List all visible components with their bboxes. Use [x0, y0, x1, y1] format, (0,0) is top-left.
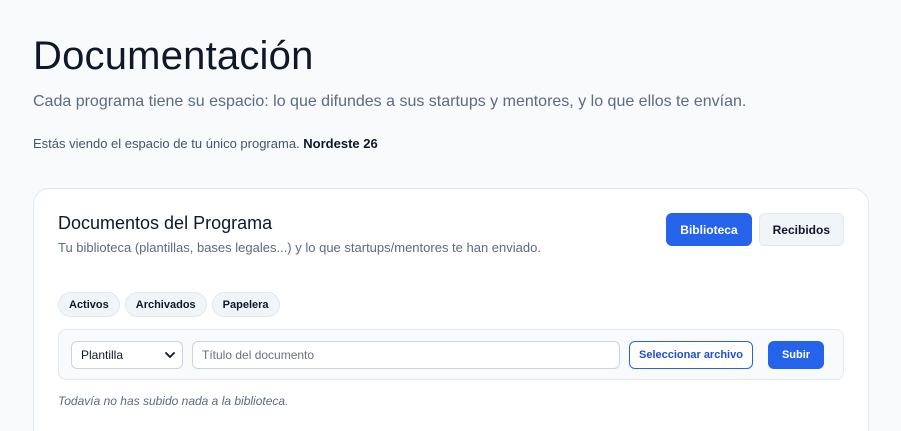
filter-archived-button[interactable]: Archivados: [124, 292, 207, 317]
document-type-select[interactable]: Plantilla: [71, 340, 183, 369]
program-documents-card: Documentos del Programa Tu biblioteca (p…: [33, 188, 869, 431]
library-tab-button[interactable]: Biblioteca: [666, 213, 752, 246]
received-tab-button[interactable]: Recibidos: [758, 213, 844, 246]
program-context-text: Estás viendo el espacio de tu único prog…: [33, 136, 300, 151]
filter-trash-button[interactable]: Papelera: [211, 292, 280, 317]
document-title-input[interactable]: [192, 340, 620, 369]
program-name: Nordeste 26: [303, 136, 378, 151]
card-header: Documentos del Programa Tu biblioteca (p…: [58, 189, 844, 285]
card-title: Documentos del Programa: [58, 213, 273, 233]
upload-submit-button[interactable]: Subir: [767, 340, 825, 369]
page-subtitle: Cada programa tiene su espacio: lo que d…: [33, 93, 747, 110]
upload-bar: Plantilla Seleccionar archivo Subir: [58, 329, 844, 380]
view-toggle: Biblioteca Recibidos: [666, 213, 844, 246]
documentation-page: Documentación Cada programa tiene su esp…: [0, 0, 901, 431]
page-title: Documentación: [33, 34, 314, 78]
filter-active-button[interactable]: Activos: [58, 292, 120, 317]
card-subtitle: Tu biblioteca (plantillas, bases legales…: [58, 240, 541, 255]
document-type-select-wrapper: Plantilla: [71, 340, 183, 369]
empty-library-message: Todavía no has subido nada a la bibliote…: [58, 394, 289, 408]
select-file-button[interactable]: Seleccionar archivo: [629, 340, 753, 369]
program-context: Estás viendo el espacio de tu único prog…: [33, 135, 868, 153]
status-filters: Activos Archivados Papelera: [58, 292, 280, 317]
